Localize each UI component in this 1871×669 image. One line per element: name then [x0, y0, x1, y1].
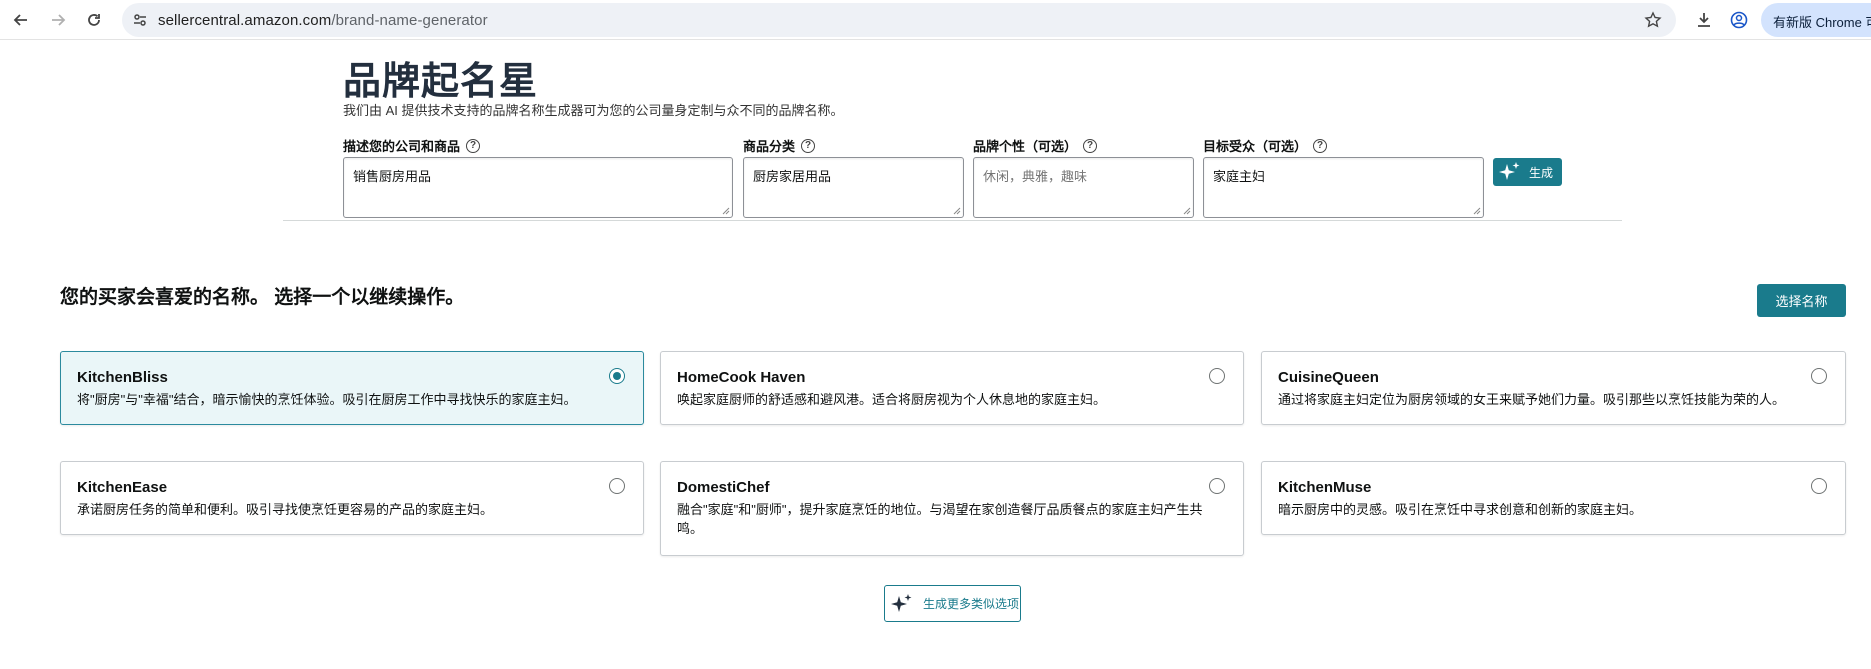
- site-info-icon[interactable]: [130, 10, 150, 30]
- category-label: 商品分类 ?: [743, 136, 816, 155]
- field-placeholder: 休闲，典雅，趣味: [983, 169, 1088, 184]
- card-description: 将"厨房"与"幸福"结合，暗示愉快的烹饪体验。吸引在厨房工作中寻找快乐的家庭主妇…: [77, 392, 577, 407]
- help-icon[interactable]: ?: [801, 138, 816, 153]
- company-description-label: 描述您的公司和商品 ?: [343, 136, 481, 155]
- field-label-text: 品牌个性（可选）: [973, 139, 1078, 154]
- card-radio[interactable]: [609, 478, 625, 494]
- sparkle-icon: [1499, 162, 1520, 180]
- field-label-text: 描述您的公司和商品: [343, 139, 461, 154]
- category-field[interactable]: 厨房家居用品: [743, 157, 964, 218]
- help-icon[interactable]: ?: [1083, 138, 1098, 153]
- target-audience-label: 目标受众（可选） ?: [1203, 136, 1328, 155]
- card-description: 暗示厨房中的灵感。吸引在烹饪中寻求创意和创新的家庭主妇。: [1278, 502, 1643, 517]
- brand-personality-label: 品牌个性（可选） ?: [973, 136, 1098, 155]
- name-card-domestichef[interactable]: DomestiChef 融合"家庭"和"厨师"，提升家庭烹饪的地位。与渴望在家创…: [660, 461, 1244, 556]
- forward-icon[interactable]: [44, 6, 72, 34]
- resize-handle-icon[interactable]: [1183, 207, 1191, 215]
- url-path: /brand-name-generator: [331, 12, 488, 29]
- section-divider: [283, 220, 1622, 221]
- name-card-kitchenmuse[interactable]: KitchenMuse 暗示厨房中的灵感。吸引在烹饪中寻求创意和创新的家庭主妇。: [1261, 461, 1846, 535]
- generate-label: 生成: [1529, 165, 1554, 180]
- brand-personality-field[interactable]: 休闲，典雅，趣味: [973, 157, 1194, 218]
- company-description-field[interactable]: 销售厨房用品: [343, 157, 733, 218]
- results-heading: 您的买家会喜爱的名称。 选择一个以继续操作。: [60, 287, 465, 308]
- card-name: DomestiChef: [677, 479, 770, 496]
- generate-button[interactable]: 生成: [1493, 158, 1562, 186]
- update-label: 有新版 Chrome 可: [1773, 15, 1871, 30]
- resize-handle-icon[interactable]: [1473, 207, 1481, 215]
- card-description: 承诺厨房任务的简单和便利。吸引寻找使烹饪更容易的产品的家庭主妇。: [77, 502, 494, 517]
- field-value: 家庭主妇: [1213, 169, 1266, 184]
- card-name: KitchenEase: [77, 479, 168, 496]
- card-description: 唤起家庭厨师的舒适感和避风港。适合将厨房视为个人休息地的家庭主妇。: [677, 392, 1107, 407]
- card-radio[interactable]: [1209, 368, 1225, 384]
- card-radio[interactable]: [609, 368, 625, 384]
- name-card-kitchenease[interactable]: KitchenEase 承诺厨房任务的简单和便利。吸引寻找使烹饪更容易的产品的家…: [60, 461, 644, 535]
- help-icon[interactable]: ?: [1313, 138, 1328, 153]
- profile-icon[interactable]: [1727, 8, 1751, 32]
- card-name: HomeCook Haven: [677, 369, 806, 386]
- field-label-text: 商品分类: [743, 139, 796, 154]
- address-bar[interactable]: sellercentral.amazon.com/brand-name-gene…: [122, 3, 1676, 37]
- card-radio[interactable]: [1209, 478, 1225, 494]
- help-icon[interactable]: ?: [466, 138, 481, 153]
- download-icon[interactable]: [1692, 8, 1716, 32]
- card-radio[interactable]: [1811, 478, 1827, 494]
- field-label-text: 目标受众（可选）: [1203, 139, 1308, 154]
- resize-handle-icon[interactable]: [722, 207, 730, 215]
- field-value: 厨房家居用品: [753, 169, 832, 184]
- card-radio[interactable]: [1811, 368, 1827, 384]
- card-name: KitchenBliss: [77, 369, 168, 386]
- choose-name-button[interactable]: 选择名称: [1757, 284, 1846, 317]
- back-icon[interactable]: [7, 6, 35, 34]
- url-text: sellercentral.amazon.com/brand-name-gene…: [158, 12, 488, 29]
- card-name: KitchenMuse: [1278, 479, 1372, 496]
- page-subtitle: 我们由 AI 提供技术支持的品牌名称生成器可为您的公司量身定制与众不同的品牌名称…: [343, 103, 844, 118]
- resize-handle-icon[interactable]: [953, 207, 961, 215]
- chrome-update-button[interactable]: 有新版 Chrome 可: [1761, 3, 1871, 37]
- name-card-cuisinequeen[interactable]: CuisineQueen 通过将家庭主妇定位为厨房领域的女王来赋予她们力量。吸引…: [1261, 351, 1846, 425]
- bookmark-star-icon[interactable]: [1644, 11, 1662, 29]
- card-description: 融合"家庭"和"厨师"，提升家庭烹饪的地位。与渴望在家创造餐厅品质餐点的家庭主妇…: [677, 502, 1203, 536]
- browser-toolbar: sellercentral.amazon.com/brand-name-gene…: [0, 0, 1871, 40]
- name-card-homecook-haven[interactable]: HomeCook Haven 唤起家庭厨师的舒适感和避风港。适合将厨房视为个人休…: [660, 351, 1244, 425]
- card-name: CuisineQueen: [1278, 369, 1379, 386]
- target-audience-field[interactable]: 家庭主妇: [1203, 157, 1484, 218]
- reload-icon[interactable]: [80, 6, 108, 34]
- generate-more-label: 生成更多类似选项: [923, 597, 1020, 611]
- name-card-kitchenbliss[interactable]: KitchenBliss 将"厨房"与"幸福"结合，暗示愉快的烹饪体验。吸引在厨…: [60, 351, 644, 425]
- sparkle-icon: [891, 593, 912, 612]
- page-title: 品牌起名星: [343, 61, 539, 103]
- generate-more-button[interactable]: 生成更多类似选项: [884, 585, 1021, 622]
- field-value: 销售厨房用品: [353, 169, 432, 184]
- url-domain: sellercentral.amazon.com: [158, 12, 332, 29]
- card-description: 通过将家庭主妇定位为厨房领域的女王来赋予她们力量。吸引那些以烹饪技能为荣的人。: [1278, 392, 1786, 407]
